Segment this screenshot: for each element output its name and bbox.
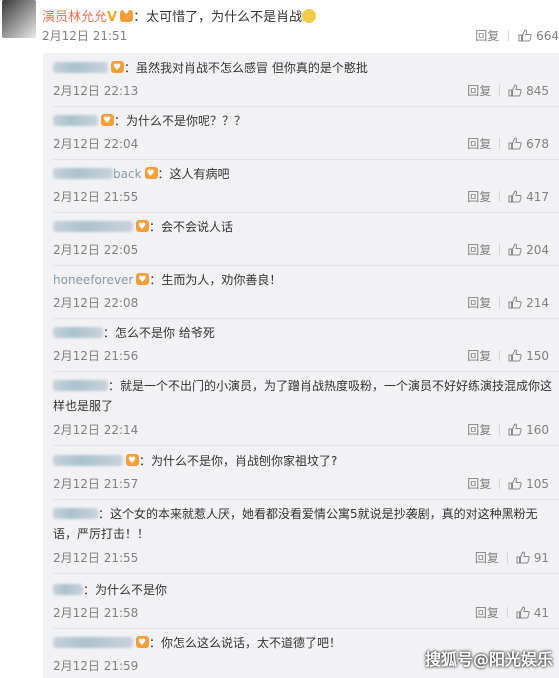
reply-text: ：生而为人，劝你善良！ [149, 273, 282, 287]
like-icon[interactable] [508, 296, 522, 309]
fan-badge-icon [136, 270, 150, 290]
like-icon[interactable] [508, 137, 522, 150]
reply-date: 2月12日 21:56 [53, 349, 139, 363]
reply-button[interactable]: 回复 [467, 296, 491, 310]
like-count: 150 [526, 349, 549, 363]
fan-badge-icon [126, 451, 139, 471]
reply-text: ：会不会说人话 [149, 220, 234, 234]
fan-badge-icon [120, 7, 134, 22]
fan-badge-icon [101, 111, 114, 131]
replies-panel: ：虽然我对肖战不怎么感冒 但你真的是个憨批 2月12日 22:13 回复 845… [43, 53, 559, 678]
like-icon[interactable] [508, 423, 522, 436]
reply-actions: 回复 417 [467, 188, 549, 205]
reply-date: 2月12日 21:55 [53, 190, 139, 204]
reply-date: 2月12日 22:04 [53, 137, 139, 151]
reply-date: 2月12日 22:05 [53, 243, 139, 257]
username[interactable]: 演员林允允 [42, 10, 107, 25]
reply-button[interactable]: 回复 [475, 606, 499, 620]
reply-date: 2月12日 21:57 [53, 477, 139, 491]
like-count: 214 [526, 296, 549, 310]
fan-badge-icon [111, 58, 124, 78]
like-icon[interactable] [516, 551, 530, 564]
reply-date: 2月12日 21:58 [53, 606, 139, 620]
blurred-username [53, 221, 133, 232]
reply-text: ：为什么不是你呢？？？ [114, 114, 247, 128]
reply-actions: 回复 678 [467, 135, 549, 152]
blurred-username [53, 455, 123, 466]
like-icon[interactable] [518, 29, 532, 42]
like-count: 678 [526, 137, 549, 151]
like-icon[interactable] [516, 606, 530, 619]
main-comment-line: 演员林允允V ：太可惜了，为什么不是肖战 [42, 6, 317, 25]
watermark: 搜狐号@阳光娱乐 [424, 650, 553, 669]
reply-button[interactable]: 回复 [467, 349, 491, 363]
avatar[interactable] [2, 0, 36, 38]
reply-text: ：就是一个不出门的小演员，为了蹭肖战热度吸粉，一个演员不好好练演技混成你这样也是… [53, 379, 553, 413]
username-fragment[interactable]: back [113, 167, 142, 181]
reply-text: ：为什么不是你 [83, 583, 168, 597]
fan-badge-icon [144, 164, 158, 184]
like-count: 204 [526, 243, 549, 257]
reply-text: ：这人有病吧 [157, 167, 230, 181]
like-count: 105 [526, 477, 549, 491]
like-count: 845 [526, 84, 549, 98]
like-count: 417 [526, 190, 549, 204]
comment-actions: 回复 664 [475, 27, 559, 44]
reply-button[interactable]: 回复 [467, 243, 491, 257]
blurred-username [53, 637, 133, 648]
reply-actions: 回复 150 [467, 347, 549, 364]
reply-button[interactable]: 回复 [475, 551, 499, 565]
reply-text: ：你怎么这么说话，太不道德了吧！ [149, 636, 342, 650]
reply-button[interactable]: 回复 [475, 29, 499, 43]
like-count: 160 [526, 423, 549, 437]
reply-text: ：为什么不是你，肖战刨你家祖坟了? [139, 454, 338, 468]
like-icon[interactable] [508, 84, 522, 97]
blurred-username [53, 62, 108, 73]
like-icon[interactable] [508, 243, 522, 256]
reply-actions: 回复 41 [475, 604, 549, 621]
fan-badge-icon [136, 217, 149, 237]
reply-date: 2月12日 21:55 [53, 551, 139, 565]
reply-date: 2月12日 22:13 [53, 84, 139, 98]
reply-date: 2月12日 21:59 [53, 659, 139, 673]
like-icon[interactable] [508, 190, 522, 203]
blurred-username [53, 508, 98, 519]
verified-badge-icon: V [107, 10, 118, 25]
reply-actions: 回复 160 [467, 421, 549, 438]
reply-actions: 回复 845 [467, 82, 549, 99]
comment-date: 2月12日 21:51 [42, 29, 128, 43]
reply-text: ：虽然我对肖战不怎么感冒 但你真的是个憨批 [124, 61, 368, 75]
reply-date: 2月12日 22:14 [53, 423, 139, 437]
reply-button[interactable]: 回复 [467, 190, 491, 204]
fan-badge-icon [136, 633, 149, 653]
reply-actions: 回复 204 [467, 241, 549, 258]
blurred-username [53, 115, 98, 126]
reply-button[interactable]: 回复 [467, 477, 491, 491]
reply-actions: 回复 214 [467, 294, 549, 311]
reply-button[interactable]: 回复 [467, 423, 491, 437]
blurred-username [53, 380, 108, 391]
username-fragment[interactable]: honeeforever [53, 273, 133, 287]
like-icon[interactable] [508, 349, 522, 362]
comment-text: ：太可惜了，为什么不是肖战 [133, 10, 303, 25]
reply-actions: 回复 105 [467, 475, 549, 492]
reply-button[interactable]: 回复 [467, 137, 491, 151]
reply-text: ：怎么不是你 给爷死 [103, 326, 215, 340]
reply-button[interactable]: 回复 [467, 84, 491, 98]
sad-face-emoji-icon [302, 9, 317, 23]
blurred-username [53, 584, 83, 595]
blurred-username [53, 327, 103, 338]
like-count: 664 [536, 29, 559, 43]
divider [508, 30, 510, 41]
like-count: 91 [533, 551, 549, 565]
main-comment: 演员林允允V ：太可惜了，为什么不是肖战 2月12日 21:51 回复 664 [0, 0, 559, 46]
like-count: 41 [533, 606, 549, 620]
reply-actions: 回复 91 [475, 549, 549, 566]
reply-text: ：这个女的本来就惹人厌，她看都没看爱情公寓5就说是抄袭剧，真的对这种黑粉无语，严… [53, 507, 538, 541]
reply-date: 2月12日 22:08 [53, 296, 139, 310]
like-icon[interactable] [508, 477, 522, 490]
blurred-username [53, 168, 113, 179]
